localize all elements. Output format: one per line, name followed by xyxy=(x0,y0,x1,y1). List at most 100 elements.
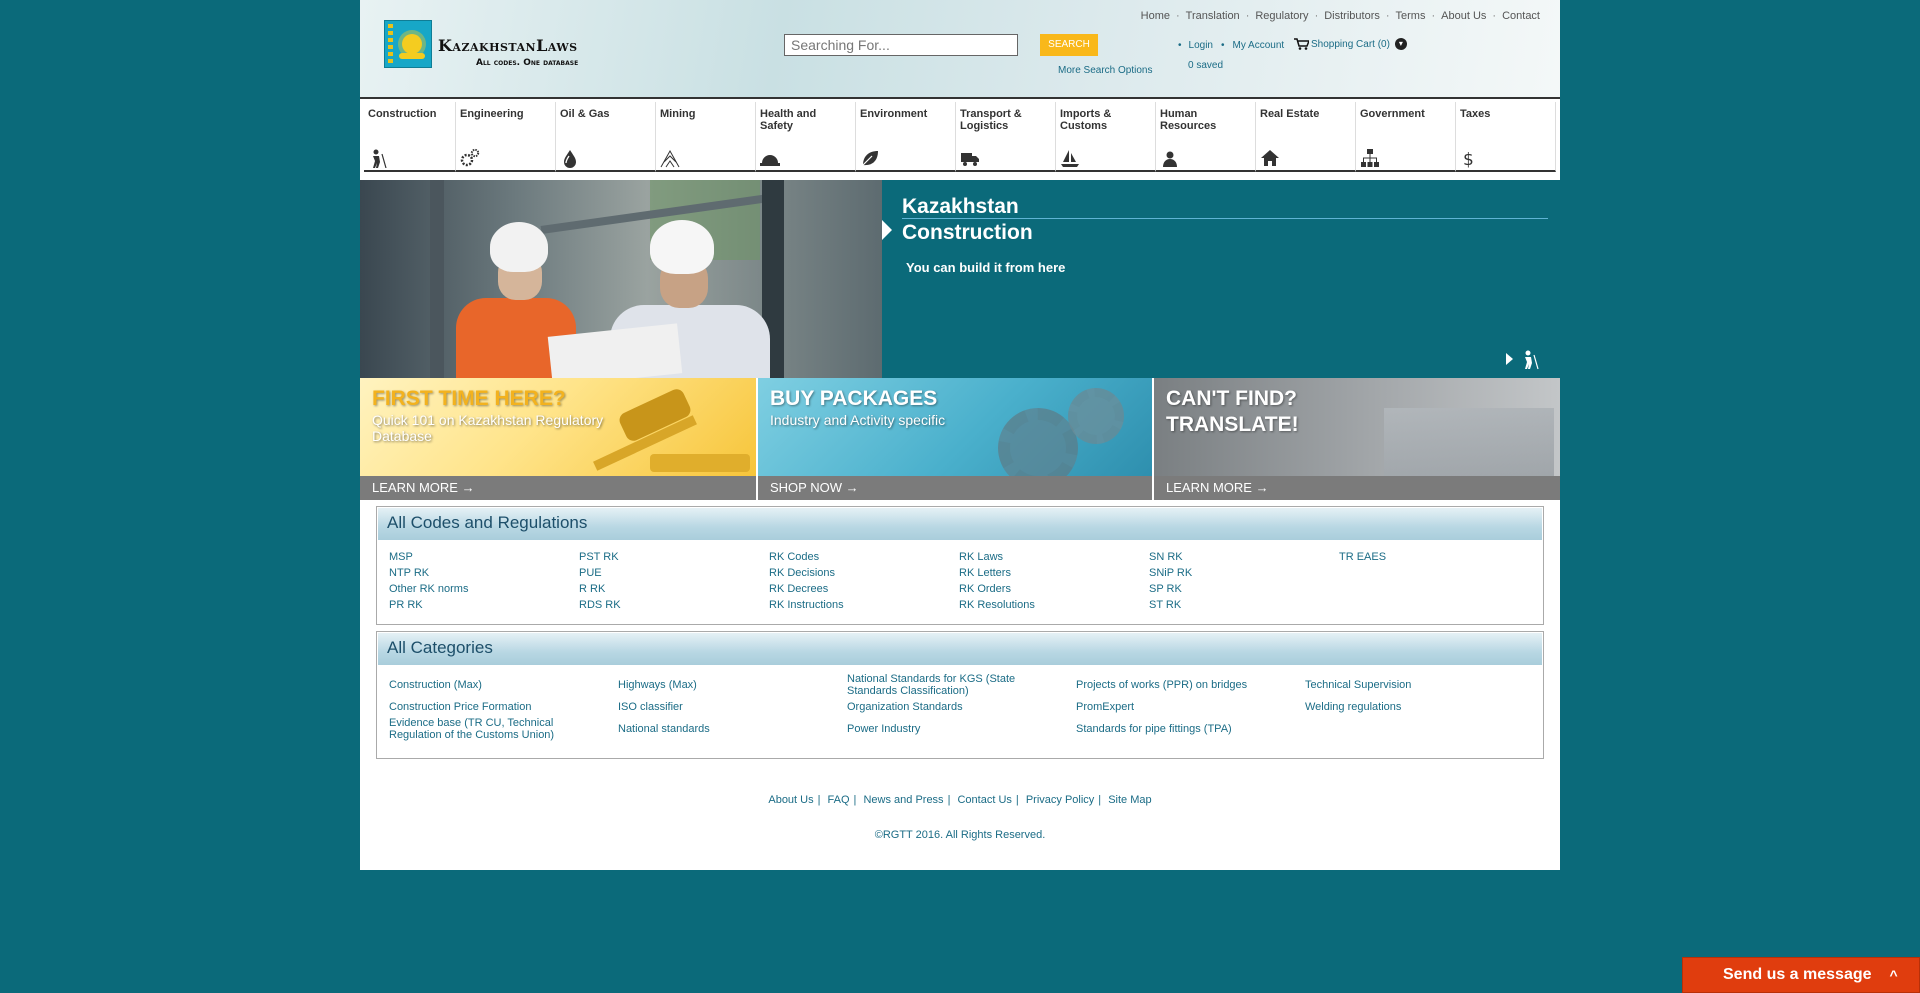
topnav-distributors[interactable]: Distributors xyxy=(1324,10,1380,22)
topnav-regulatory[interactable]: Regulatory xyxy=(1255,10,1308,22)
code-link[interactable]: NTP RK xyxy=(389,567,579,583)
footer-faq[interactable]: FAQ xyxy=(828,794,850,806)
category-construction[interactable]: Construction xyxy=(364,102,456,172)
shop-now-link[interactable]: SHOP NOW → xyxy=(758,476,1152,500)
chevron-up-icon[interactable]: ^ xyxy=(1890,967,1898,983)
code-link[interactable]: SN RK xyxy=(1149,551,1339,567)
brand-tagline: All codes. One database xyxy=(476,58,579,68)
chevron-down-icon[interactable]: ▾ xyxy=(1394,38,1407,50)
footer-news-press[interactable]: News and Press xyxy=(863,794,943,806)
category-oil-gas[interactable]: Oil & Gas xyxy=(556,102,656,172)
category-imports-customs[interactable]: Imports & Customs xyxy=(1056,102,1156,172)
svg-text:$: $ xyxy=(1463,150,1474,168)
learn-more-link[interactable]: LEARN MORE → xyxy=(1154,476,1560,500)
learn-more-link[interactable]: LEARN MORE → xyxy=(360,476,756,500)
code-link[interactable]: TR EAES xyxy=(1339,551,1529,567)
kazakhstan-flag-icon xyxy=(384,20,432,68)
category-taxes[interactable]: Taxes $ xyxy=(1456,102,1556,172)
topnav-home[interactable]: Home xyxy=(1141,10,1170,22)
code-link[interactable]: SNiP RK xyxy=(1149,567,1339,583)
promo-subtitle: Industry and Activity specific xyxy=(770,412,946,428)
category-link[interactable]: Organization Standards xyxy=(847,696,1076,718)
category-transport-logistics[interactable]: Transport & Logistics xyxy=(956,102,1056,172)
send-message-widget[interactable]: Send us a message ^ xyxy=(1682,957,1920,993)
promo-first-time[interactable]: FIRST TIME HERE? Quick 101 on Kazakhstan… xyxy=(360,378,756,500)
cart-link[interactable]: Shopping Cart (0) xyxy=(1311,39,1390,50)
category-link[interactable]: Power Industry xyxy=(847,718,1076,740)
code-link[interactable]: PST RK xyxy=(579,551,769,567)
code-link[interactable]: PUE xyxy=(579,567,769,583)
promo-title: CAN'T FIND? TRANSLATE! xyxy=(1166,387,1299,436)
code-link[interactable]: RK Instructions xyxy=(769,599,959,615)
login-link[interactable]: Login xyxy=(1189,40,1213,51)
category-link[interactable]: ISO classifier xyxy=(618,696,847,718)
category-bar: Construction Engineering Oil & Gas Minin… xyxy=(360,102,1560,176)
my-account-link[interactable]: My Account xyxy=(1233,40,1285,51)
code-link[interactable]: RK Letters xyxy=(959,567,1149,583)
category-mining[interactable]: Mining xyxy=(656,102,756,172)
all-codes-box: All Codes and Regulations MSP NTP RK Oth… xyxy=(376,506,1544,625)
footer-privacy-policy[interactable]: Privacy Policy xyxy=(1026,794,1094,806)
category-human-resources[interactable]: Human Resources xyxy=(1156,102,1256,172)
category-link[interactable]: Highways (Max) xyxy=(618,674,847,696)
topnav-contact[interactable]: Contact xyxy=(1502,10,1540,22)
code-link[interactable]: MSP xyxy=(389,551,579,567)
more-search-options-link[interactable]: More Search Options xyxy=(1058,65,1153,76)
promo-buy-packages[interactable]: BUY PACKAGES Industry and Activity speci… xyxy=(758,378,1152,500)
code-link[interactable]: RK Decisions xyxy=(769,567,959,583)
category-link[interactable]: PromExpert xyxy=(1076,696,1305,718)
category-government[interactable]: Government xyxy=(1356,102,1456,172)
code-link[interactable]: RK Laws xyxy=(959,551,1149,567)
categories-list: Construction (Max) Construction Price Fo… xyxy=(389,673,1534,741)
saved-count[interactable]: 0 saved xyxy=(1188,60,1223,71)
topnav-terms[interactable]: Terms xyxy=(1396,10,1426,22)
leaf-icon xyxy=(862,151,878,166)
footer-contact-us[interactable]: Contact Us xyxy=(957,794,1011,806)
code-link[interactable]: R RK xyxy=(579,583,769,599)
code-link[interactable]: RK Decrees xyxy=(769,583,959,599)
code-link[interactable]: ST RK xyxy=(1149,599,1339,615)
codes-list: MSP NTP RK Other RK norms PR RK PST RK P… xyxy=(389,551,1529,615)
category-link[interactable]: Standards for pipe fittings (TPA) xyxy=(1076,718,1305,740)
category-engineering[interactable]: Engineering xyxy=(456,102,556,172)
category-real-estate[interactable]: Real Estate xyxy=(1256,102,1356,172)
topnav-translation[interactable]: Translation xyxy=(1186,10,1240,22)
category-link[interactable]: Technical Supervision xyxy=(1305,674,1534,696)
footer-about-us[interactable]: About Us xyxy=(768,794,813,806)
gears-icon xyxy=(460,148,480,167)
footer-site-map[interactable]: Site Map xyxy=(1108,794,1151,806)
category-link[interactable]: Construction Price Formation xyxy=(389,696,618,718)
surveyor-icon[interactable] xyxy=(1520,348,1540,370)
category-link[interactable]: Projects of works (PPR) on bridges xyxy=(1076,674,1305,696)
shopping-cart[interactable]: Shopping Cart (0) ▾ xyxy=(1294,38,1407,50)
dollar-icon: $ xyxy=(1463,150,1474,168)
person-icon xyxy=(1163,151,1177,167)
code-link[interactable]: Other RK norms xyxy=(389,583,579,599)
search-input[interactable] xyxy=(784,34,1018,56)
category-health-safety[interactable]: Health and Safety xyxy=(756,102,856,172)
category-link[interactable]: National Standards for KGS (State Standa… xyxy=(847,673,1076,697)
hero-photo xyxy=(360,180,882,378)
all-categories-heading: All Categories xyxy=(377,632,1543,666)
code-link[interactable]: RK Resolutions xyxy=(959,599,1149,615)
code-link[interactable]: SP RK xyxy=(1149,583,1339,599)
search-button[interactable]: SEARCH xyxy=(1040,34,1098,56)
category-link[interactable]: National standards xyxy=(618,718,847,740)
code-link[interactable]: RK Orders xyxy=(959,583,1149,599)
code-link[interactable]: PR RK xyxy=(389,599,579,615)
ship-icon xyxy=(1061,150,1079,167)
site-logo[interactable]: KazakhstanLaws All codes. One database xyxy=(384,20,614,72)
send-message-label: Send us a message xyxy=(1723,966,1872,983)
topnav-about-us[interactable]: About Us xyxy=(1441,10,1486,22)
code-link[interactable]: RDS RK xyxy=(579,599,769,615)
next-slide-icon[interactable] xyxy=(1506,353,1513,365)
category-environment[interactable]: Environment xyxy=(856,102,956,172)
hero-slider: Kazakhstan Construction You can build it… xyxy=(360,180,1560,378)
header: KazakhstanLaws All codes. One database S… xyxy=(360,0,1560,99)
promo-translate[interactable]: CAN'T FIND? TRANSLATE! LEARN MORE → xyxy=(1154,378,1560,500)
copyright: ©RGTT 2016. All Rights Reserved. xyxy=(874,829,1046,841)
code-link[interactable]: RK Codes xyxy=(769,551,959,567)
category-link[interactable]: Construction (Max) xyxy=(389,674,618,696)
category-link[interactable]: Welding regulations xyxy=(1305,696,1534,718)
category-link[interactable]: Evidence base (TR CU, Technical Regulati… xyxy=(389,717,618,741)
